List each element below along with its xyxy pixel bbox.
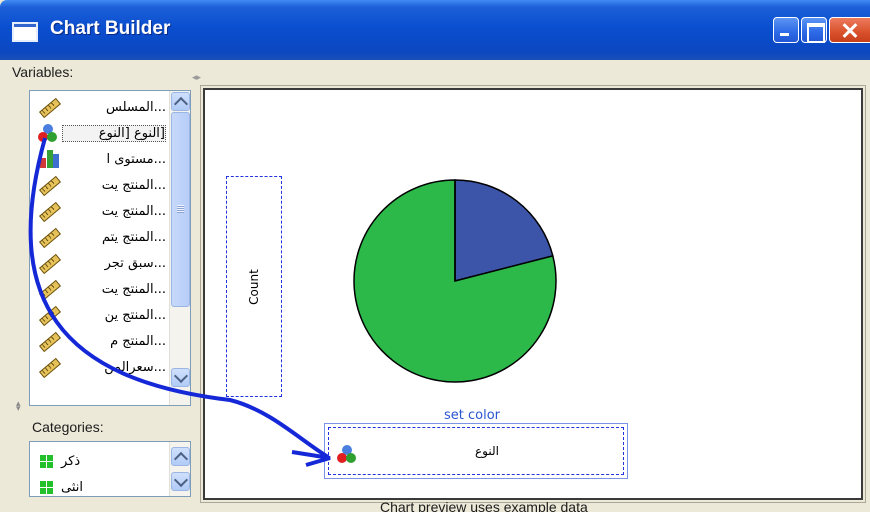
variable-item-label: ...مستوى ا [106,151,166,167]
horizontal-splitter-handle[interactable]: ▴ ▾ [16,400,24,414]
close-button[interactable] [829,17,870,43]
variable-item[interactable]: ...المنتج ين [36,303,168,327]
color-zone-variable-label: النوع [475,444,499,458]
variable-item[interactable]: ...المنتج يتم [36,225,168,249]
categories-scrollbar[interactable] [169,442,190,496]
y-axis-label: Count [247,268,261,305]
scale-ruler-icon [36,95,62,119]
set-color-label: set color [444,408,501,423]
scale-ruler-icon [36,355,62,379]
scale-ruler-icon [36,199,62,223]
set-color-drop-zone[interactable]: النوع [324,423,628,479]
variables-list[interactable]: ...المسلس [النوع [النوع ...مستوى ا ...ال… [29,90,191,406]
scale-ruler-icon [36,329,62,353]
category-item-label: ذكر [61,453,81,469]
window-app-icon [12,22,38,42]
variable-item-label: ...سعرالمن [104,359,166,375]
variable-item[interactable]: ...المنتج يت [36,277,168,301]
scroll-down-button[interactable] [171,368,190,387]
scroll-thumb[interactable] [171,112,190,307]
variable-item-label: ...المنتج يت [101,177,166,193]
scroll-up-button[interactable] [171,92,190,111]
chart-preview-note: Chart preview uses example data [380,499,588,512]
minimize-button[interactable] [773,17,799,43]
variable-item-label: ...المنتج يت [101,203,166,219]
window-title: Chart Builder [50,18,171,39]
variable-item[interactable]: ...المسلس [36,95,168,119]
variable-item-selected[interactable]: [النوع [النوع [36,121,168,145]
pie-chart [353,179,557,383]
scale-ruler-icon [36,277,62,301]
variable-item[interactable]: ...المنتج يت [36,199,168,223]
nominal-balls-icon [335,442,361,466]
ordinal-bars-icon [36,147,62,171]
variable-item[interactable]: ...مستوى ا [36,147,168,171]
scale-ruler-icon [36,225,62,249]
vertical-splitter-handle[interactable]: ◂▸ [192,73,201,83]
category-item: انثى [40,476,83,496]
variable-item[interactable]: ...المنتج م [36,329,168,353]
category-swatch-icon [40,480,53,494]
scroll-down-button[interactable] [171,472,190,491]
variable-item[interactable]: ...سبق تجر [36,251,168,275]
maximize-button[interactable] [801,17,827,43]
categories-list: ذكر انثى [29,441,191,497]
variable-item-label: ...سبق تجر [104,255,166,271]
category-item: ذكر [40,450,80,472]
category-swatch-icon [40,454,53,468]
title-bar[interactable]: Chart Builder [0,0,870,60]
variables-scrollbar[interactable] [169,91,190,405]
scale-ruler-icon [36,173,62,197]
scale-ruler-icon [36,303,62,327]
variable-item-label: ...المسلس [106,99,166,115]
categories-label: Categories: [32,419,104,435]
variable-item[interactable]: ...المنتج يت [36,173,168,197]
scale-ruler-icon [36,251,62,275]
variable-item-label: ...المنتج ين [104,307,166,323]
variable-item-label: ...المنتج يتم [101,229,166,245]
y-axis-drop-zone[interactable]: Count [226,176,282,397]
variable-item-label: [النوع [النوع [62,124,166,142]
variables-label: Variables: [12,64,74,80]
category-item-label: انثى [61,479,83,495]
variable-item[interactable]: ...سعرالمن [36,355,168,379]
nominal-balls-icon [36,121,62,145]
variable-item-label: ...المنتج يت [101,281,166,297]
variable-item-label: ...المنتج م [110,333,166,349]
scroll-up-button[interactable] [171,447,190,466]
